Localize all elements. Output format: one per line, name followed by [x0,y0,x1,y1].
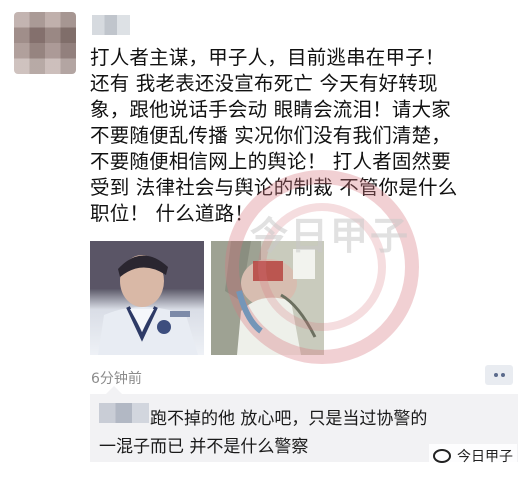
wechat-icon [433,449,451,463]
post-line: 象，跟他说话手会动 眼睛会流泪！请大家 [90,98,451,121]
post-text: 打人者主谋，甲子人，目前逃串在甲子！ 还有 我老表还没宣布死亡 今天有好转现 象… [90,45,520,227]
post-line: 打人者主谋，甲子人，目前逃串在甲子！ [90,46,445,69]
comment-line: 一混子而已 并不是什么警察 [99,437,309,457]
dot-icon [493,373,498,377]
post-line: 不要随便相信网上的舆论！ 打人者固然要 [90,150,451,173]
comment-arrow [106,386,122,394]
post-timestamp: 6分钟前 [91,371,142,387]
brand-watermark: 今日甲子 [429,444,517,468]
comment-button[interactable] [485,365,513,385]
post-line: 受到 法律社会与舆论的制裁 不管你是什么 [90,176,458,199]
avatar[interactable] [14,12,76,74]
commenter-name-blurred[interactable] [99,403,149,423]
post-line: 还有 我老表还没宣布死亡 今天有好转现 [90,72,438,95]
brand-label: 今日甲子 [457,449,513,465]
username-blurred[interactable] [92,15,130,35]
watermark-text: 今日甲子 [250,214,411,258]
post-line: 不要随便乱传播 实况你们没有我们清楚， [90,124,451,147]
photo-officer[interactable] [90,241,204,355]
comment-line: 跑不掉的他 放心吧，只是当过协警的 [150,409,428,429]
dot-icon [500,373,505,377]
